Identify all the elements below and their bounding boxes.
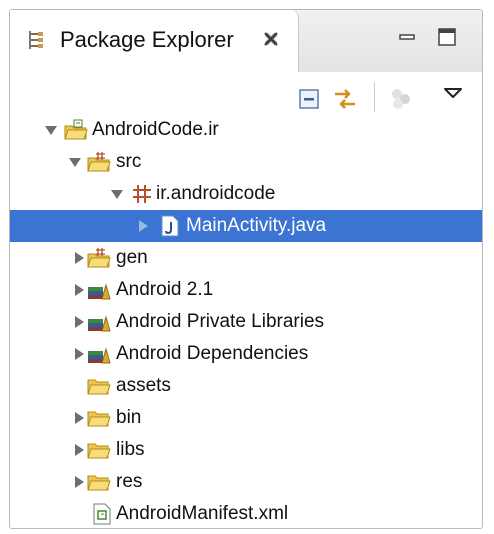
expanded-arrow-icon[interactable] bbox=[45, 124, 57, 136]
source-folder-icon bbox=[87, 152, 111, 172]
folder-icon bbox=[87, 411, 111, 427]
tree-item-src[interactable]: src bbox=[10, 146, 482, 178]
tree-item-res[interactable]: res bbox=[10, 466, 482, 498]
tab-bar: Package Explorer bbox=[10, 10, 482, 73]
collapse-all-icon[interactable] bbox=[297, 86, 323, 112]
package-explorer-icon bbox=[29, 31, 43, 49]
tab-title: Package Explorer bbox=[60, 27, 234, 52]
project-tree: AndroidCode.ir src ir.androidcode MainAc… bbox=[10, 114, 482, 528]
tree-item-label: res bbox=[116, 471, 143, 492]
maximize-icon[interactable] bbox=[436, 26, 458, 48]
library-icon bbox=[88, 347, 111, 364]
tree-item-libs[interactable]: libs bbox=[10, 434, 482, 466]
folder-icon bbox=[87, 475, 111, 491]
tree-item-package[interactable]: ir.androidcode bbox=[10, 178, 482, 210]
library-icon bbox=[88, 315, 111, 332]
collapsed-arrow-icon[interactable] bbox=[73, 412, 85, 424]
toolbar-separator bbox=[374, 82, 375, 112]
tree-item-label: MainActivity.java bbox=[186, 215, 327, 236]
collapsed-arrow-icon[interactable] bbox=[73, 252, 85, 264]
expanded-arrow-icon[interactable] bbox=[69, 156, 81, 168]
collapsed-arrow-icon[interactable] bbox=[137, 220, 149, 232]
package-explorer-view: Package Explorer AndroidCode.ir src ir.a… bbox=[9, 9, 483, 529]
view-menu-icon[interactable] bbox=[440, 82, 466, 108]
tree-item-label: Android Dependencies bbox=[116, 343, 309, 364]
collapsed-arrow-icon[interactable] bbox=[73, 444, 85, 456]
view-toolbar bbox=[10, 72, 482, 120]
library-icon bbox=[88, 283, 111, 300]
xml-file-icon bbox=[93, 503, 111, 525]
tree-item-project[interactable]: AndroidCode.ir bbox=[10, 114, 482, 146]
minimize-icon[interactable] bbox=[396, 26, 418, 48]
tree-item-label: Android 2.1 bbox=[116, 279, 214, 300]
close-x-icon[interactable] bbox=[262, 30, 280, 48]
tree-item-dependencies[interactable]: Android Dependencies bbox=[10, 338, 482, 370]
tree-item-label: Android Private Libraries bbox=[116, 311, 325, 332]
tree-item-android-2-1[interactable]: Android 2.1 bbox=[10, 274, 482, 306]
tree-item-label: AndroidCode.ir bbox=[92, 119, 219, 140]
tree-item-gen[interactable]: gen bbox=[10, 242, 482, 274]
tree-item-main-activity[interactable]: MainActivity.java bbox=[10, 210, 482, 242]
tree-item-private-libraries[interactable]: Android Private Libraries bbox=[10, 306, 482, 338]
folder-icon bbox=[87, 443, 111, 459]
tree-item-label: AndroidManifest.xml bbox=[116, 503, 289, 524]
tree-item-label: ir.androidcode bbox=[156, 183, 276, 204]
folder-icon bbox=[87, 379, 111, 395]
tree-item-label: src bbox=[116, 151, 142, 172]
tree-item-label: bin bbox=[116, 407, 142, 428]
source-folder-icon bbox=[87, 248, 111, 268]
tree-item-label: assets bbox=[116, 375, 171, 396]
java-file-icon bbox=[161, 215, 179, 237]
link-with-editor-icon[interactable] bbox=[332, 86, 358, 112]
collapsed-arrow-icon[interactable] bbox=[73, 284, 85, 296]
tree-item-label: gen bbox=[116, 247, 148, 268]
android-project-icon bbox=[64, 119, 88, 140]
tree-item-manifest[interactable]: AndroidManifest.xml bbox=[10, 498, 482, 530]
expanded-arrow-icon[interactable] bbox=[111, 188, 123, 200]
collapsed-arrow-icon[interactable] bbox=[73, 316, 85, 328]
package-icon bbox=[133, 185, 151, 203]
tab-package-explorer[interactable]: Package Explorer bbox=[10, 10, 299, 72]
tree-item-assets[interactable]: assets bbox=[10, 370, 482, 402]
collapsed-arrow-icon[interactable] bbox=[73, 348, 85, 360]
focus-icon[interactable] bbox=[388, 86, 414, 112]
tree-item-label: libs bbox=[116, 439, 145, 460]
tree-item-bin[interactable]: bin bbox=[10, 402, 482, 434]
collapsed-arrow-icon[interactable] bbox=[73, 476, 85, 488]
